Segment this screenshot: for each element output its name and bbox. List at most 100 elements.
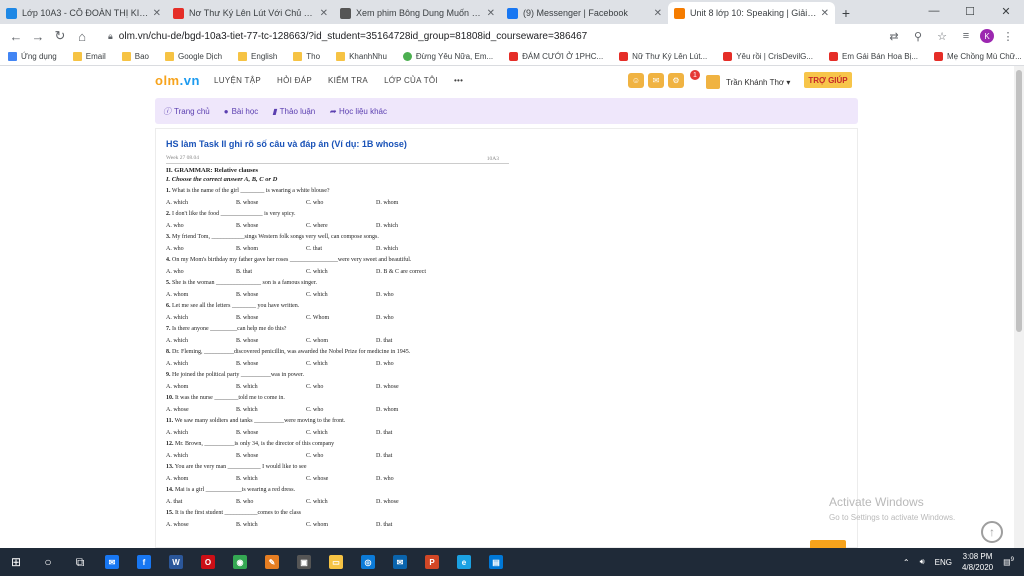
nav-kiem-tra[interactable]: KIỂM TRA: [328, 76, 368, 85]
browser-tab[interactable]: Xem phim Bông Dung Muốn Khó ✕: [334, 2, 501, 24]
bookmark-item[interactable]: Google Dịch: [165, 52, 222, 61]
taskbar-app[interactable]: W: [160, 548, 192, 576]
taskbar-app[interactable]: ◉: [224, 548, 256, 576]
forward-icon[interactable]: →: [28, 26, 48, 46]
bookmark-item[interactable]: Em Gái Bán Hoa Bị...: [828, 52, 918, 61]
subnav-home[interactable]: ⓘ Trang chủ: [163, 106, 210, 117]
close-tab-icon[interactable]: ✕: [654, 8, 662, 19]
windows-taskbar: ⊞ ○ ⧉ ✉ f W O ◉ ✎ ▣ ▭ ◎ ✉ Pe ▤: [0, 548, 1024, 576]
language-indicator[interactable]: ENG: [935, 558, 952, 567]
scroll-to-top-icon[interactable]: ↑: [981, 521, 1003, 543]
bookmark-item[interactable]: Mẹ Chồng Mù Chữ...: [934, 52, 1022, 61]
answer-option: D. which: [376, 222, 398, 229]
close-tab-icon[interactable]: ✕: [153, 8, 161, 19]
clock[interactable]: 3:08 PM 4/8/2020: [962, 551, 993, 573]
lock-icon: 🔒︎: [108, 30, 113, 41]
menu-icon[interactable]: ⋮: [998, 26, 1018, 46]
apps-grid-icon: [8, 52, 17, 61]
taskbar-app[interactable]: ▣: [288, 548, 320, 576]
bookmark-item[interactable]: Đừng Yêu Nữa, Em...: [402, 52, 493, 61]
nav-luyen-tap[interactable]: LUYỆN TẬP: [214, 76, 261, 85]
taskbar-app[interactable]: ○: [32, 548, 64, 576]
user-menu[interactable]: Trần Khánh Thơ ▾: [706, 75, 790, 89]
taskbar-app[interactable]: P: [416, 548, 448, 576]
maximize-icon[interactable]: ☐: [952, 0, 988, 22]
bookmark-item[interactable]: KhanhNhu: [336, 52, 387, 61]
answer-option: C. that: [306, 245, 322, 252]
taskbar-app[interactable]: ✎: [256, 548, 288, 576]
answer-option: A. who: [166, 268, 184, 275]
taskbar-app[interactable]: ▭: [320, 548, 352, 576]
answer-options: A. which B. whose C. Whom D. who: [166, 313, 509, 325]
new-tab-icon[interactable]: +: [835, 2, 857, 24]
chat-icon[interactable]: ✉: [648, 73, 664, 88]
star-icon[interactable]: ☆: [932, 26, 952, 46]
action-center-icon[interactable]: ▤9: [1003, 557, 1014, 567]
bookmarks-bar: Ứng dụng Email Bao Google Dịch English Tho Kha…: [0, 48, 1024, 66]
browser-tab[interactable]: Lớp 10A3 - CÔ ĐOÀN THỊ KIM U ✕: [0, 2, 167, 24]
bookmark-item[interactable]: Email: [72, 52, 106, 61]
minimize-icon[interactable]: —: [916, 0, 952, 22]
bookmark-item[interactable]: Yêu rồi | CrisDevilG...: [723, 52, 813, 61]
settings-icon[interactable]: ⚙: [668, 73, 684, 88]
taskbar-app[interactable]: ⧉: [64, 548, 96, 576]
tab-strip: Lớp 10A3 - CÔ ĐOÀN THỊ KIM U ✕ Nơ Thư Ký L…: [0, 0, 1024, 24]
answer-option: A. whose: [166, 406, 189, 413]
subnav-resources[interactable]: ➦ Học liệu khác: [329, 107, 387, 116]
bookmark-item[interactable]: Nữ Thư Ký Lên Lút...: [619, 52, 707, 61]
reading-list-icon[interactable]: ≡: [956, 26, 976, 46]
address-bar[interactable]: 🔒︎ olm.vn/chu-de/bgd-10a3-tiet-77-tc-128…: [102, 27, 872, 45]
scrollbar-thumb[interactable]: [1016, 70, 1022, 332]
taskbar-app[interactable]: ▤: [480, 548, 512, 576]
zoom-icon[interactable]: ⚲: [908, 26, 928, 46]
taskbar-app[interactable]: e: [448, 548, 480, 576]
question-number: 9.: [166, 372, 171, 378]
youtube-icon: [509, 52, 519, 61]
close-tab-icon[interactable]: ✕: [320, 8, 328, 19]
question-number: 8.: [166, 349, 171, 355]
question-body: It is the first student ___________comes…: [175, 510, 301, 516]
bookmark-item[interactable]: ĐÁM CƯỚI Ở 1PHC...: [509, 52, 603, 61]
back-icon[interactable]: ←: [6, 26, 26, 46]
reload-icon[interactable]: ↻: [50, 26, 70, 46]
nav-hoi-dap[interactable]: HỎI ĐÁP: [277, 76, 312, 85]
nav-more[interactable]: •••: [454, 76, 463, 85]
close-tab-icon[interactable]: ✕: [821, 8, 829, 19]
subnav-discussion[interactable]: ▮ Thảo luận: [272, 107, 315, 116]
subnav-lessons[interactable]: ● Bài học: [224, 107, 259, 116]
taskbar-app[interactable]: ◎: [352, 548, 384, 576]
user-name: Trần Khánh Thơ ▾: [726, 77, 791, 87]
bookmark-item[interactable]: Tho: [293, 52, 320, 61]
answer-option: B. whose: [236, 314, 259, 321]
browser-tab[interactable]: (9) Messenger | Facebook ✕: [501, 2, 668, 24]
answer-option: C. which: [306, 429, 328, 436]
translate-icon[interactable]: ⇄: [884, 26, 904, 46]
chat-tab-button[interactable]: [810, 540, 846, 548]
help-button[interactable]: TRỢ GIÚP: [804, 72, 852, 88]
user-group-icon[interactable]: ☺: [628, 73, 644, 88]
url-text: olm.vn/chu-de/bgd-10a3-tiet-77-tc-128663…: [118, 30, 588, 42]
taskbar-app[interactable]: f: [128, 548, 160, 576]
home-icon[interactable]: ⌂: [72, 26, 92, 46]
question-text: 9. He joined the political party _______…: [166, 370, 509, 382]
taskbar-app[interactable]: ✉: [96, 548, 128, 576]
close-tab-icon[interactable]: ✕: [487, 8, 495, 19]
bookmark-item[interactable]: English: [238, 52, 277, 61]
site-logo[interactable]: olm.vn: [155, 73, 200, 88]
close-window-icon[interactable]: ✕: [988, 0, 1024, 22]
nav-lop-cua-toi[interactable]: LỚP CỦA TÔI: [384, 76, 438, 85]
browser-tab[interactable]: Unit 8 lớp 10: Speaking | Giải bà ✕: [668, 2, 835, 24]
bookmark-label: ĐÁM CƯỚI Ở 1PHC...: [522, 52, 604, 61]
taskbar-app[interactable]: ✉: [384, 548, 416, 576]
browser-tab[interactable]: Nơ Thư Ký Lên Lút Với Chủ Tịch ✕: [167, 2, 334, 24]
answer-option: C. which: [306, 498, 328, 505]
volume-icon[interactable]: 🔊︎: [920, 557, 925, 567]
tray-chevron-icon[interactable]: ⌃: [903, 558, 910, 567]
taskbar-app[interactable]: ⊞: [0, 548, 32, 576]
bookmark-item[interactable]: Ứng dụng: [8, 52, 57, 61]
mail-icon: ✉: [393, 555, 407, 569]
subnav-resources-label: Học liệu khác: [338, 106, 387, 116]
taskbar-app[interactable]: O: [192, 548, 224, 576]
profile-avatar[interactable]: K: [980, 29, 994, 43]
bookmark-item[interactable]: Bao: [121, 52, 149, 61]
